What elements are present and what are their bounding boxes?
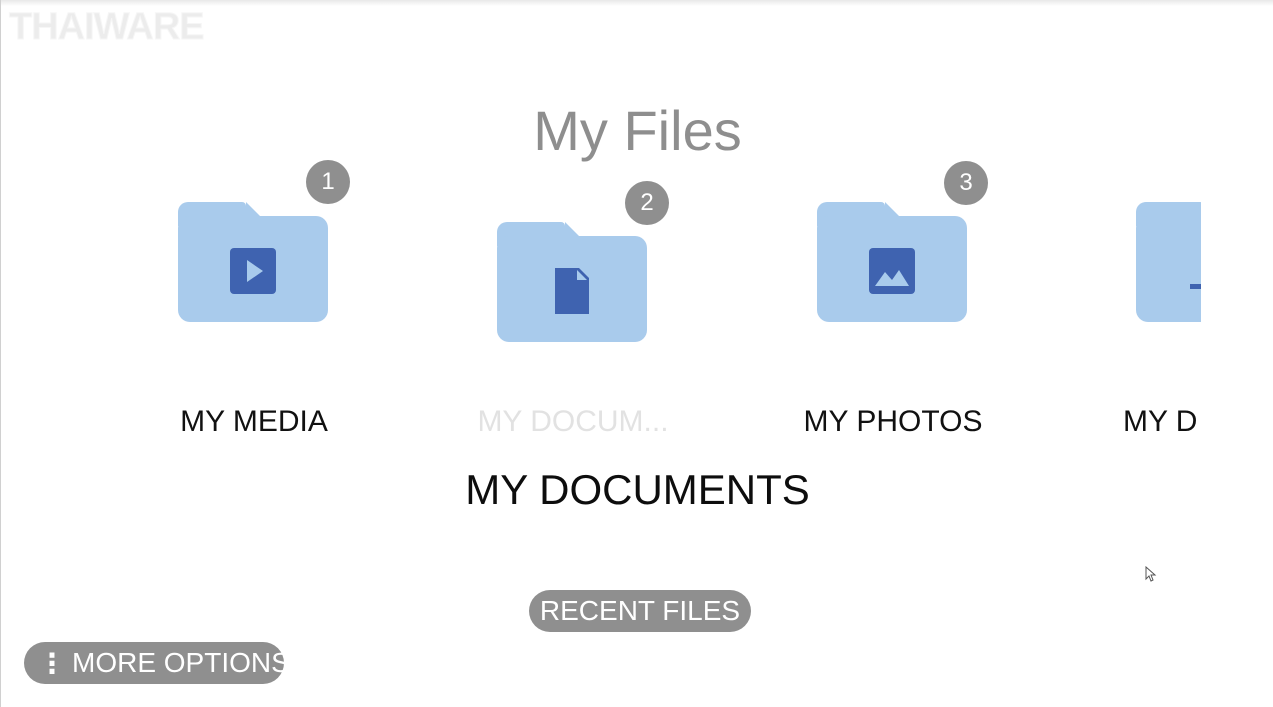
folder-label[interactable]: MY D [1123,405,1197,439]
folder-icon[interactable] [817,202,967,322]
recent-files-button[interactable]: RECENT FILES [529,590,751,632]
folder-badge: 3 [944,161,988,205]
folder-tile-my-downloads[interactable]: MY D [1121,0,1201,707]
watermark-logo: THAIWARE [9,6,206,49]
more-options-label: MORE OPTIONS [72,647,290,678]
download-icon [1190,284,1201,289]
folder-label[interactable]: MY MEDIA [124,405,384,439]
folder-icon[interactable] [497,222,647,342]
folder-icon[interactable] [178,202,328,322]
folder-label[interactable]: MY PHOTOS [763,405,1023,439]
image-icon [869,248,915,294]
more-vert-icon: ⋮ [38,647,66,679]
play-icon [230,248,276,294]
recent-files-label: RECENT FILES [539,595,741,626]
mouse-pointer-icon [1145,566,1157,582]
selected-folder-name: MY DOCUMENTS [465,466,810,513]
folder-badge: 1 [306,160,350,204]
folder-label[interactable]: MY DOCUM... [443,405,703,439]
more-options-button[interactable]: ⋮ MORE OPTIONS [24,642,290,684]
document-icon [555,268,589,314]
folder-icon[interactable] [1136,202,1201,322]
folder-badge: 2 [625,181,669,225]
page-title: My Files [533,99,742,162]
